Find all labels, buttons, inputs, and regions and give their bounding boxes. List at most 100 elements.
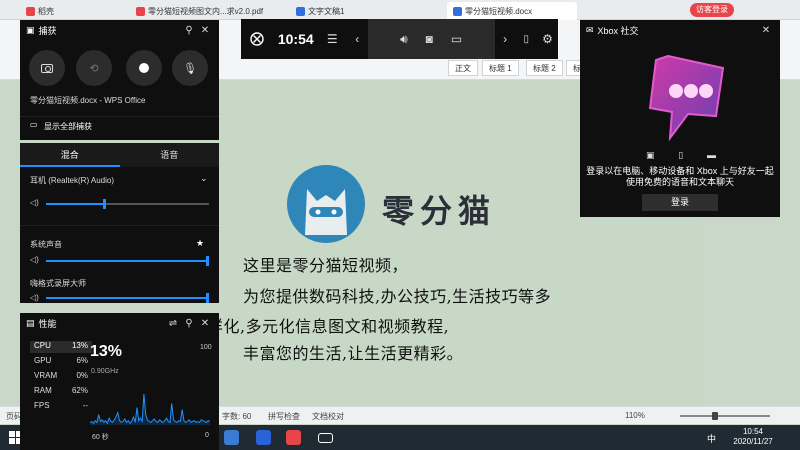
widget-toolbar: 🔊︎ ◙ ▭	[367, 19, 495, 59]
style-heading2[interactable]: 标题 2	[526, 60, 563, 76]
metric-fps[interactable]: FPS --	[30, 401, 92, 413]
widget-menu-icon[interactable]: ☰	[318, 32, 347, 46]
chevron-down-icon[interactable]: ⌄	[200, 173, 208, 184]
cat-logo-icon	[287, 165, 365, 243]
audio-device-select[interactable]: 耳机 (Realtek(R) Audio)	[30, 175, 114, 186]
close-icon[interactable]: ✕	[197, 25, 213, 36]
capture-current-app: 零分猫短视频.docx - WPS Office	[30, 96, 146, 105]
metric-gpu[interactable]: GPU 6%	[30, 356, 92, 368]
phone-icon: ▯	[678, 150, 684, 160]
cpu-big-value: 13%	[90, 343, 123, 360]
chart-x-right-label: 0	[205, 432, 209, 439]
gallery-icon: ▭	[30, 120, 38, 129]
mic-toggle-button[interactable]: 🎙︎	[172, 50, 208, 86]
feishu-icon[interactable]	[224, 430, 239, 445]
slider-knob[interactable]	[206, 293, 209, 303]
performance-icon: ▤	[26, 317, 35, 328]
metric-cpu[interactable]: CPU 13%	[30, 341, 92, 353]
chart-max-label: 100	[200, 344, 212, 351]
start-recording-button[interactable]	[126, 50, 162, 86]
console-icon: ▬	[707, 150, 716, 160]
word-icon	[296, 6, 305, 16]
record-icon	[139, 63, 149, 73]
wps-tab-pdf[interactable]: 零分猫短视频图文内...求v2.0.pdf	[130, 2, 280, 20]
camera-icon	[41, 63, 53, 73]
doc-line: 为您提供数码科技,办公技巧,生活技巧等多	[243, 287, 552, 306]
ime-indicator[interactable]: 中	[707, 432, 716, 445]
audio-panel: 混合 语音 耳机 (Realtek(R) Audio) ⌄ ◁) 系统声音 ★ …	[20, 143, 219, 303]
record-last-button[interactable]: ⟲	[76, 50, 112, 86]
slider-fill	[46, 260, 209, 262]
app-volume-slider[interactable]	[46, 293, 209, 303]
taskbar-clock[interactable]: 10:54 2020/11/27	[728, 427, 778, 447]
style-normal[interactable]: 正文	[448, 60, 478, 76]
social-header: ✉ Xbox 社交 ✕	[580, 20, 780, 40]
wps-taskbar-icon[interactable]	[256, 430, 271, 445]
zoom-slider[interactable]	[680, 415, 770, 417]
docer-icon	[26, 6, 35, 16]
chevron-left-icon[interactable]: ‹	[347, 32, 368, 46]
guest-login-button[interactable]: 访客登录	[690, 3, 734, 17]
screenshot-button[interactable]	[29, 50, 65, 86]
volume-icon[interactable]: ◁)	[30, 293, 39, 302]
slider-fill	[46, 203, 104, 205]
slider-knob[interactable]	[103, 199, 107, 209]
wps-tab-docer[interactable]: 稻壳	[20, 2, 115, 20]
audio-tabs: 混合 语音	[20, 143, 219, 167]
zoom-level[interactable]: 110%	[625, 411, 645, 420]
zoom-slider-thumb[interactable]	[712, 412, 718, 420]
cpu-line	[90, 393, 210, 425]
performance-panel: ▤ 性能 ⇌ ⚲ ✕ CPU 13% GPU 6% VRAM 0% RAM 62% FP…	[20, 313, 219, 450]
style-heading1[interactable]: 标题 1	[482, 60, 519, 76]
app-audio-label: 嗨格式录屏大师	[30, 279, 86, 288]
xbox-logo-icon[interactable]	[241, 32, 274, 46]
proofread-button[interactable]: 文档校对	[312, 411, 344, 422]
game-bar-time: 10:54	[277, 31, 314, 47]
word-icon	[453, 6, 462, 16]
device-icons: ▣ ▯ ▬	[646, 150, 716, 161]
wps-tab-active-doc[interactable]: 零分猫短视频.docx	[447, 2, 577, 20]
pin-icon[interactable]: ⚲	[181, 318, 197, 329]
xbox-game-bar: 10:54 ☰ ‹ 🔊︎ ◙ ▭ › ▯ ⚙	[241, 19, 558, 59]
social-title: Xbox 社交	[597, 25, 639, 36]
performance-widget-icon[interactable]: ▭	[451, 32, 462, 46]
slider-knob[interactable]	[206, 256, 209, 266]
performance-title: 性能	[38, 318, 57, 329]
wps-tab-doc1[interactable]: 文字文稿1	[290, 2, 440, 20]
capture-title: 捕获	[38, 25, 57, 36]
tab-voice[interactable]: 语音	[120, 143, 220, 167]
pc-icon: ▣	[646, 150, 655, 160]
options-icon[interactable]: ⇌	[165, 318, 181, 329]
video-camera-icon[interactable]	[318, 433, 333, 443]
social-message: 登录以在电脑、移动设备和 Xbox 上与好友一起使用免费的语音和文本聊天	[586, 166, 774, 187]
system-volume-slider[interactable]	[46, 256, 209, 266]
metric-ram[interactable]: RAM 62%	[30, 386, 92, 398]
slider-fill	[46, 297, 209, 299]
doc-line: 样化,多元化信息图文和视频教程,	[207, 317, 450, 336]
social-login-button[interactable]: 登录	[642, 194, 718, 211]
social-icon: ✉	[586, 24, 594, 35]
show-all-captures-link[interactable]: ▭ 显示全部捕获	[20, 116, 219, 134]
settings-gear-icon[interactable]: ⚙	[537, 32, 558, 46]
capture-header: ▣ 捕获 ⚲ ✕	[20, 20, 219, 40]
status-word-count: 字数: 60	[222, 412, 252, 421]
wps-tab-bar: 稻壳 零分猫短视频图文内...求v2.0.pdf 文字文稿1 零分猫短视频.do…	[0, 0, 800, 20]
capture-widget-icon[interactable]: ◙	[426, 32, 433, 46]
pin-icon[interactable]: ⚲	[181, 25, 197, 36]
audio-widget-icon[interactable]: 🔊︎	[400, 32, 408, 47]
metric-vram[interactable]: VRAM 0%	[30, 371, 92, 383]
capture-panel: ▣ 捕获 ⚲ ✕ ⟲ 🎙︎ 零分猫短视频.docx - WPS Office ▭…	[20, 20, 219, 140]
favorite-star-icon[interactable]: ★	[196, 238, 204, 249]
close-icon[interactable]: ✕	[758, 25, 774, 36]
xbox-social-panel: ✉ Xbox 社交 ✕ ▣ ▯ ▬ 登录以在电脑、移动设备和 Xbox 上与好友…	[580, 20, 780, 217]
tab-mix[interactable]: 混合	[20, 143, 120, 167]
volume-icon[interactable]: ◁)	[30, 198, 39, 207]
mouse-icon[interactable]: ▯	[516, 34, 537, 45]
spell-check-button[interactable]: 拼写检查	[268, 411, 300, 422]
close-icon[interactable]: ✕	[197, 318, 213, 329]
volume-icon[interactable]: ◁)	[30, 255, 39, 264]
netease-music-icon[interactable]	[286, 430, 301, 445]
device-volume-slider[interactable]	[46, 199, 209, 209]
chevron-right-icon[interactable]: ›	[495, 32, 516, 46]
doc-line: 丰富您的生活,让生活更精彩。	[243, 344, 464, 363]
